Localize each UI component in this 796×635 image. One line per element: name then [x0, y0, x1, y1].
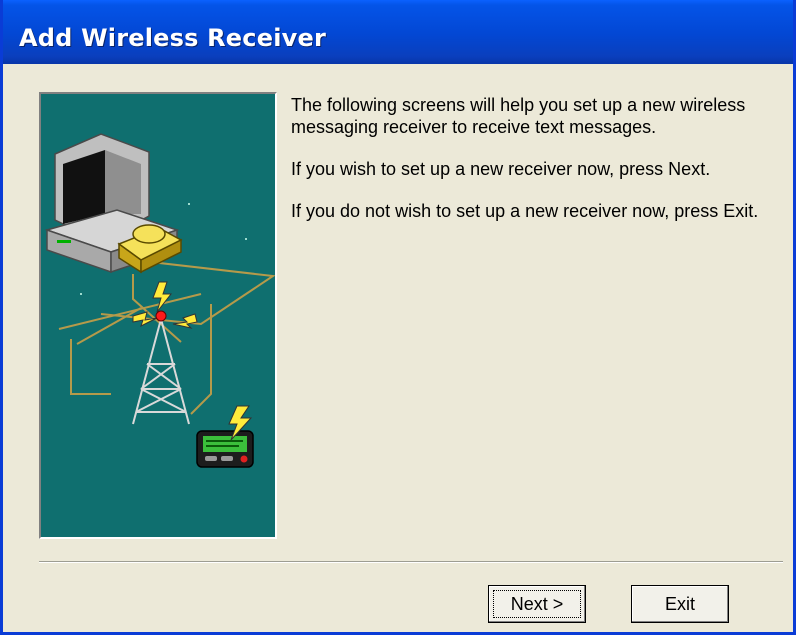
- radio-tower-icon: [132, 318, 190, 425]
- instruction-paragraph-intro: The following screens will help you set …: [291, 95, 746, 137]
- illustration-graphic: [44, 133, 275, 468]
- wireless-setup-illustration: [39, 92, 277, 539]
- tower-beacon-icon: [155, 310, 167, 322]
- button-separator: [39, 561, 783, 563]
- instruction-paragraph-next: If you wish to set up a new receiver now…: [291, 159, 711, 179]
- next-button[interactable]: Next >: [488, 585, 586, 623]
- window-title: Add Wireless Receiver: [19, 24, 326, 52]
- dialog-body: The following screens will help you set …: [3, 64, 793, 632]
- pager-icon: [196, 405, 254, 468]
- exit-button[interactable]: Exit: [631, 585, 729, 623]
- instructions-text: The following screens will help you set …: [291, 94, 761, 242]
- title-bar[interactable]: Add Wireless Receiver: [3, 0, 793, 64]
- dialog-window: Add Wireless Receiver The following scre…: [0, 0, 796, 635]
- instruction-paragraph-exit: If you do not wish to set up a new recei…: [291, 201, 759, 221]
